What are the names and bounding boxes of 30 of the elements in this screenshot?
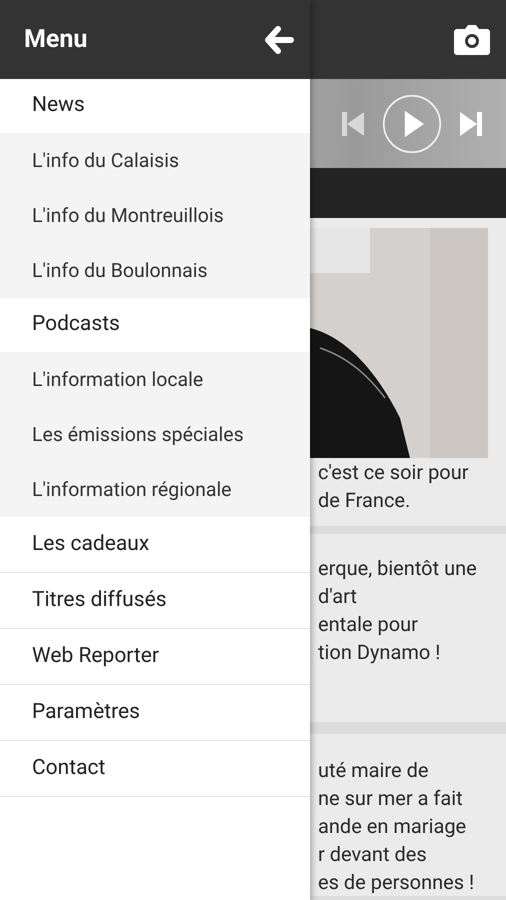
submenu-item[interactable]: L'info du Boulonnais [0,243,310,298]
submenu-item[interactable]: L'information locale [0,352,310,407]
next-icon[interactable] [460,112,482,136]
article-text: erque, bientôt une [318,555,478,582]
menu-item[interactable]: Paramètres [0,685,310,741]
menu-item[interactable]: Web Reporter [0,629,310,685]
submenu-item[interactable]: Les émissions spéciales [0,407,310,462]
article-text: d'art [318,583,358,610]
article-text: entale pour [318,611,419,638]
article-text: tion Dynamo ! [318,639,442,666]
menu-item[interactable]: Contact [0,741,310,797]
article-text: ne sur mer a fait [318,785,464,812]
submenu-item[interactable]: L'info du Montreuillois [0,188,310,243]
menu-item[interactable]: Les cadeaux [0,517,310,573]
article-text: uté maire de [318,757,430,784]
menu-item[interactable]: Titres diffusés [0,573,310,629]
article-text: r devant des [318,841,428,868]
menu-section[interactable]: Podcasts [0,298,310,352]
camera-icon[interactable] [454,24,490,54]
menu-section[interactable]: News [0,79,310,133]
play-button[interactable] [382,94,442,154]
drawer-title: Menu [24,24,88,56]
submenu-item[interactable]: L'information régionale [0,462,310,517]
article-text: es de personnes ! [318,869,476,896]
article-text: de France. [318,487,412,514]
article-text: c'est ce soir pour [318,459,470,486]
back-arrow-icon[interactable] [264,26,294,54]
previous-icon[interactable] [342,112,364,136]
article-text: ande en mariage [318,813,468,840]
submenu-item[interactable]: L'info du Calaisis [0,133,310,188]
